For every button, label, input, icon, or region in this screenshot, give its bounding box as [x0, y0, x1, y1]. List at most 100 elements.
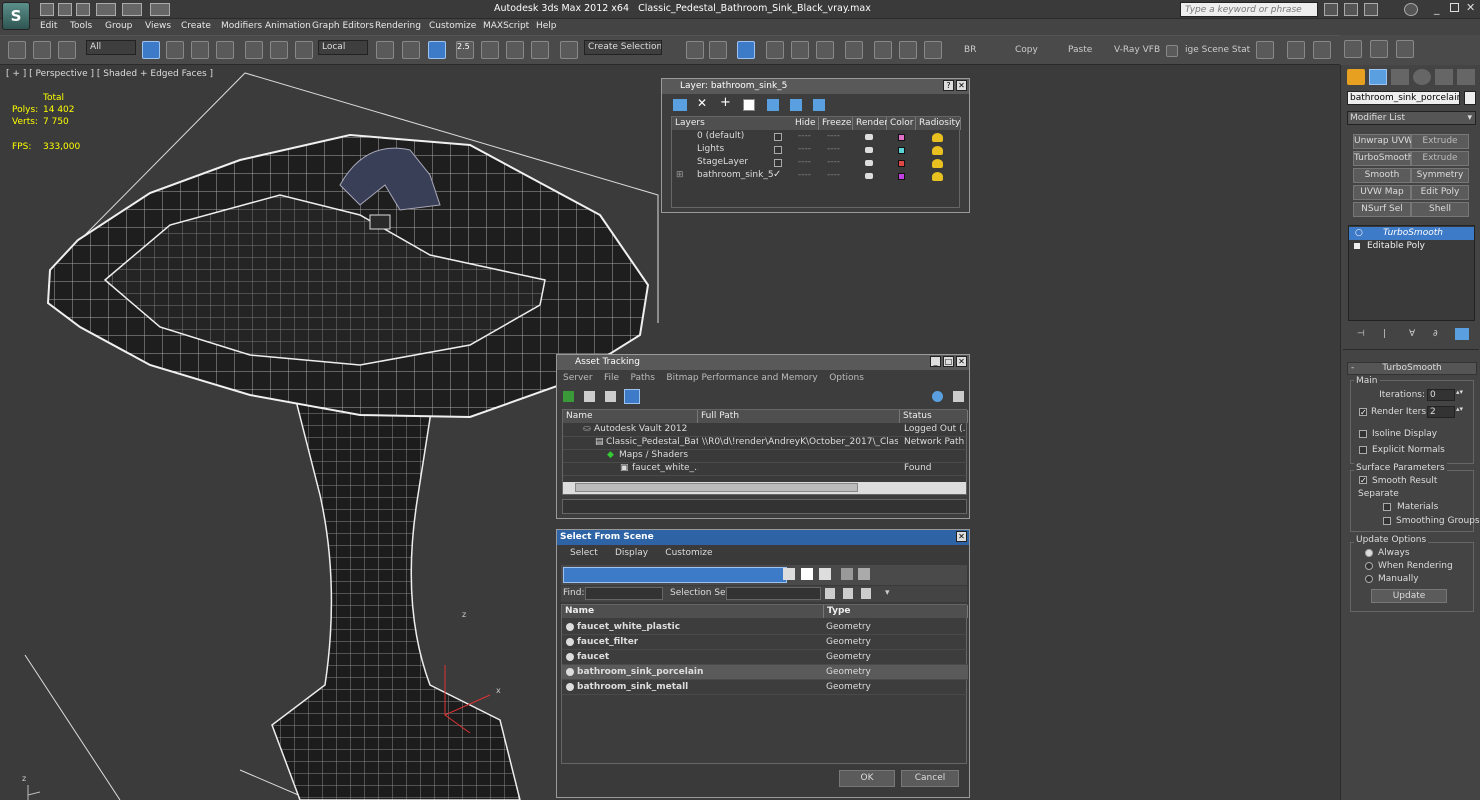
select-objects-in-layer-icon[interactable] [743, 99, 755, 111]
show-end-result-icon[interactable]: | [1383, 329, 1386, 339]
radiosity-icon[interactable] [932, 133, 943, 142]
filter-icon[interactable] [841, 568, 853, 580]
layer-close-button[interactable]: ✕ [956, 80, 967, 91]
unwrap-uvw-button[interactable]: Unwrap UVW [1353, 134, 1413, 149]
toolbar-extra-icon-5[interactable] [1370, 40, 1388, 58]
asset-menu-paths[interactable]: Paths [630, 373, 654, 383]
radiosity-icon[interactable] [932, 159, 943, 168]
collapse-toolbar-icon[interactable]: ▾ [885, 588, 890, 598]
menu-edit[interactable]: Edit [40, 21, 57, 31]
col-hide[interactable]: Hide [791, 117, 819, 130]
update-button[interactable]: Update [1371, 589, 1447, 603]
lightbulb-icon[interactable]: ○ [1355, 228, 1363, 238]
expand-stack-icon[interactable] [1354, 243, 1360, 249]
window-crossing-icon[interactable] [216, 41, 234, 59]
menu-views[interactable]: Views [145, 21, 171, 31]
always-radio[interactable] [1365, 549, 1373, 557]
make-unique-icon[interactable]: ∀ [1409, 329, 1415, 339]
layer-color-swatch[interactable] [898, 147, 905, 154]
highlight-selected-layer-icon[interactable] [767, 99, 779, 111]
col-full-path[interactable]: Full Path [698, 410, 900, 423]
render-production-icon[interactable] [924, 41, 942, 59]
menu-modifiers[interactable]: Modifiers [221, 21, 262, 31]
menu-create[interactable]: Create [181, 21, 211, 31]
asset-close-button[interactable]: ✕ [956, 356, 967, 367]
object-name-input[interactable]: bathroom_sink_porcelain [1347, 91, 1460, 105]
select-menu-customize[interactable]: Customize [665, 548, 712, 558]
maximize-button[interactable] [1450, 3, 1459, 12]
link-icon[interactable] [8, 41, 26, 59]
asset-tracking-dialog[interactable]: Asset Tracking _ □ ✕ Server File Paths B… [556, 354, 970, 519]
selection-set-add-icon[interactable] [843, 588, 853, 599]
project-folder-icon[interactable] [150, 3, 170, 16]
material-editor-icon[interactable] [845, 41, 863, 59]
br-button[interactable]: BR [964, 45, 976, 55]
object-color-swatch[interactable] [1464, 91, 1476, 105]
close-button[interactable]: ✕ [1466, 1, 1475, 14]
scene-states-icon[interactable] [1166, 45, 1178, 57]
layer-color-swatch[interactable] [898, 173, 905, 180]
layer-current-checkbox[interactable] [774, 159, 782, 167]
col-object-type[interactable]: Type [824, 605, 968, 618]
asset-menu-bitmap[interactable]: Bitmap Performance and Memory [666, 373, 817, 383]
smooth-result-checkbox[interactable]: ✓ [1359, 476, 1367, 485]
menu-graph-editors[interactable]: Graph Editors [312, 21, 374, 31]
stack-item-turbosmooth[interactable]: ○ TurboSmooth [1349, 227, 1474, 240]
configure-modifier-sets-icon[interactable] [1455, 328, 1469, 340]
layer-help-button[interactable]: ? [943, 80, 954, 91]
scene-object-row[interactable]: faucet_filter Geometry [562, 635, 968, 650]
thumbnail-view-icon[interactable] [605, 391, 616, 402]
layer-row[interactable]: StageLayer ---- ---- [672, 157, 961, 170]
favorites-star-icon[interactable] [1364, 3, 1378, 16]
asset-help-context-icon[interactable] [953, 391, 964, 402]
mirror-icon[interactable] [686, 41, 704, 59]
communication-center-icon[interactable] [1344, 3, 1358, 16]
select-menu-select[interactable]: Select [570, 548, 598, 558]
pin-stack-icon[interactable]: ⊣ [1357, 329, 1365, 339]
when-rendering-radio[interactable] [1365, 562, 1373, 570]
layer-row[interactable]: ⊞ bathroom_sink_5 ✓ ---- ---- [672, 169, 961, 183]
asset-path-field[interactable] [562, 499, 967, 514]
toolbar-extra-icon-4[interactable] [1344, 40, 1362, 58]
new-file-icon[interactable] [40, 3, 54, 16]
shell-button[interactable]: Shell [1411, 202, 1469, 217]
symmetry-button[interactable]: Symmetry [1411, 168, 1469, 183]
manually-radio[interactable] [1365, 575, 1373, 583]
selection-filter-dropdown[interactable]: All [86, 40, 136, 55]
undo-icon[interactable] [96, 3, 116, 16]
layer-current-checkbox[interactable] [774, 133, 782, 141]
uvw-map-button[interactable]: UVW Map [1353, 185, 1411, 200]
named-selection-set-dropdown[interactable]: Create Selection Se [584, 40, 662, 55]
open-file-icon[interactable] [58, 3, 72, 16]
teapot-render-icon[interactable] [865, 147, 873, 153]
col-radiosity[interactable]: Radiosity [916, 117, 961, 130]
display-all-icon[interactable] [783, 568, 795, 580]
graphite-tools-icon[interactable] [766, 41, 784, 59]
rectangular-selection-icon[interactable] [191, 41, 209, 59]
select-manipulate-icon[interactable] [402, 41, 420, 59]
scene-object-row-selected[interactable]: bathroom_sink_porcelain Geometry [562, 665, 968, 680]
freeze-all-layers-icon[interactable] [813, 99, 825, 111]
scrollbar-thumb[interactable] [575, 483, 858, 492]
radiosity-icon[interactable] [932, 172, 943, 181]
stack-item-editable-poly[interactable]: Editable Poly [1349, 240, 1474, 253]
scene-object-row[interactable]: faucet Geometry [562, 650, 968, 665]
layer-color-swatch[interactable] [898, 134, 905, 141]
layer-active-checkmark-icon[interactable]: ✓ [773, 169, 781, 180]
nsurf-sel-button[interactable]: NSurf Sel [1353, 202, 1411, 217]
menu-rendering[interactable]: Rendering [375, 21, 421, 31]
select-by-name-icon[interactable] [166, 41, 184, 59]
asset-minimize-button[interactable]: _ [930, 356, 941, 367]
layer-current-checkbox[interactable] [774, 146, 782, 154]
col-object-name[interactable]: Name [562, 605, 824, 618]
toolbar-extra-icon-6[interactable] [1396, 40, 1414, 58]
asset-menu-file[interactable]: File [604, 373, 619, 383]
vray-vfb-button[interactable]: V-Ray VFB [1114, 45, 1160, 55]
unlink-icon[interactable] [33, 41, 51, 59]
teapot-render-icon[interactable] [865, 173, 873, 179]
delete-layer-icon[interactable]: ✕ [697, 96, 707, 110]
copy-button[interactable]: Copy [1015, 45, 1038, 55]
col-freeze[interactable]: Freeze [819, 117, 853, 130]
toolbar-extra-icon-1[interactable] [1256, 41, 1274, 59]
spinner-snap-icon[interactable] [531, 41, 549, 59]
